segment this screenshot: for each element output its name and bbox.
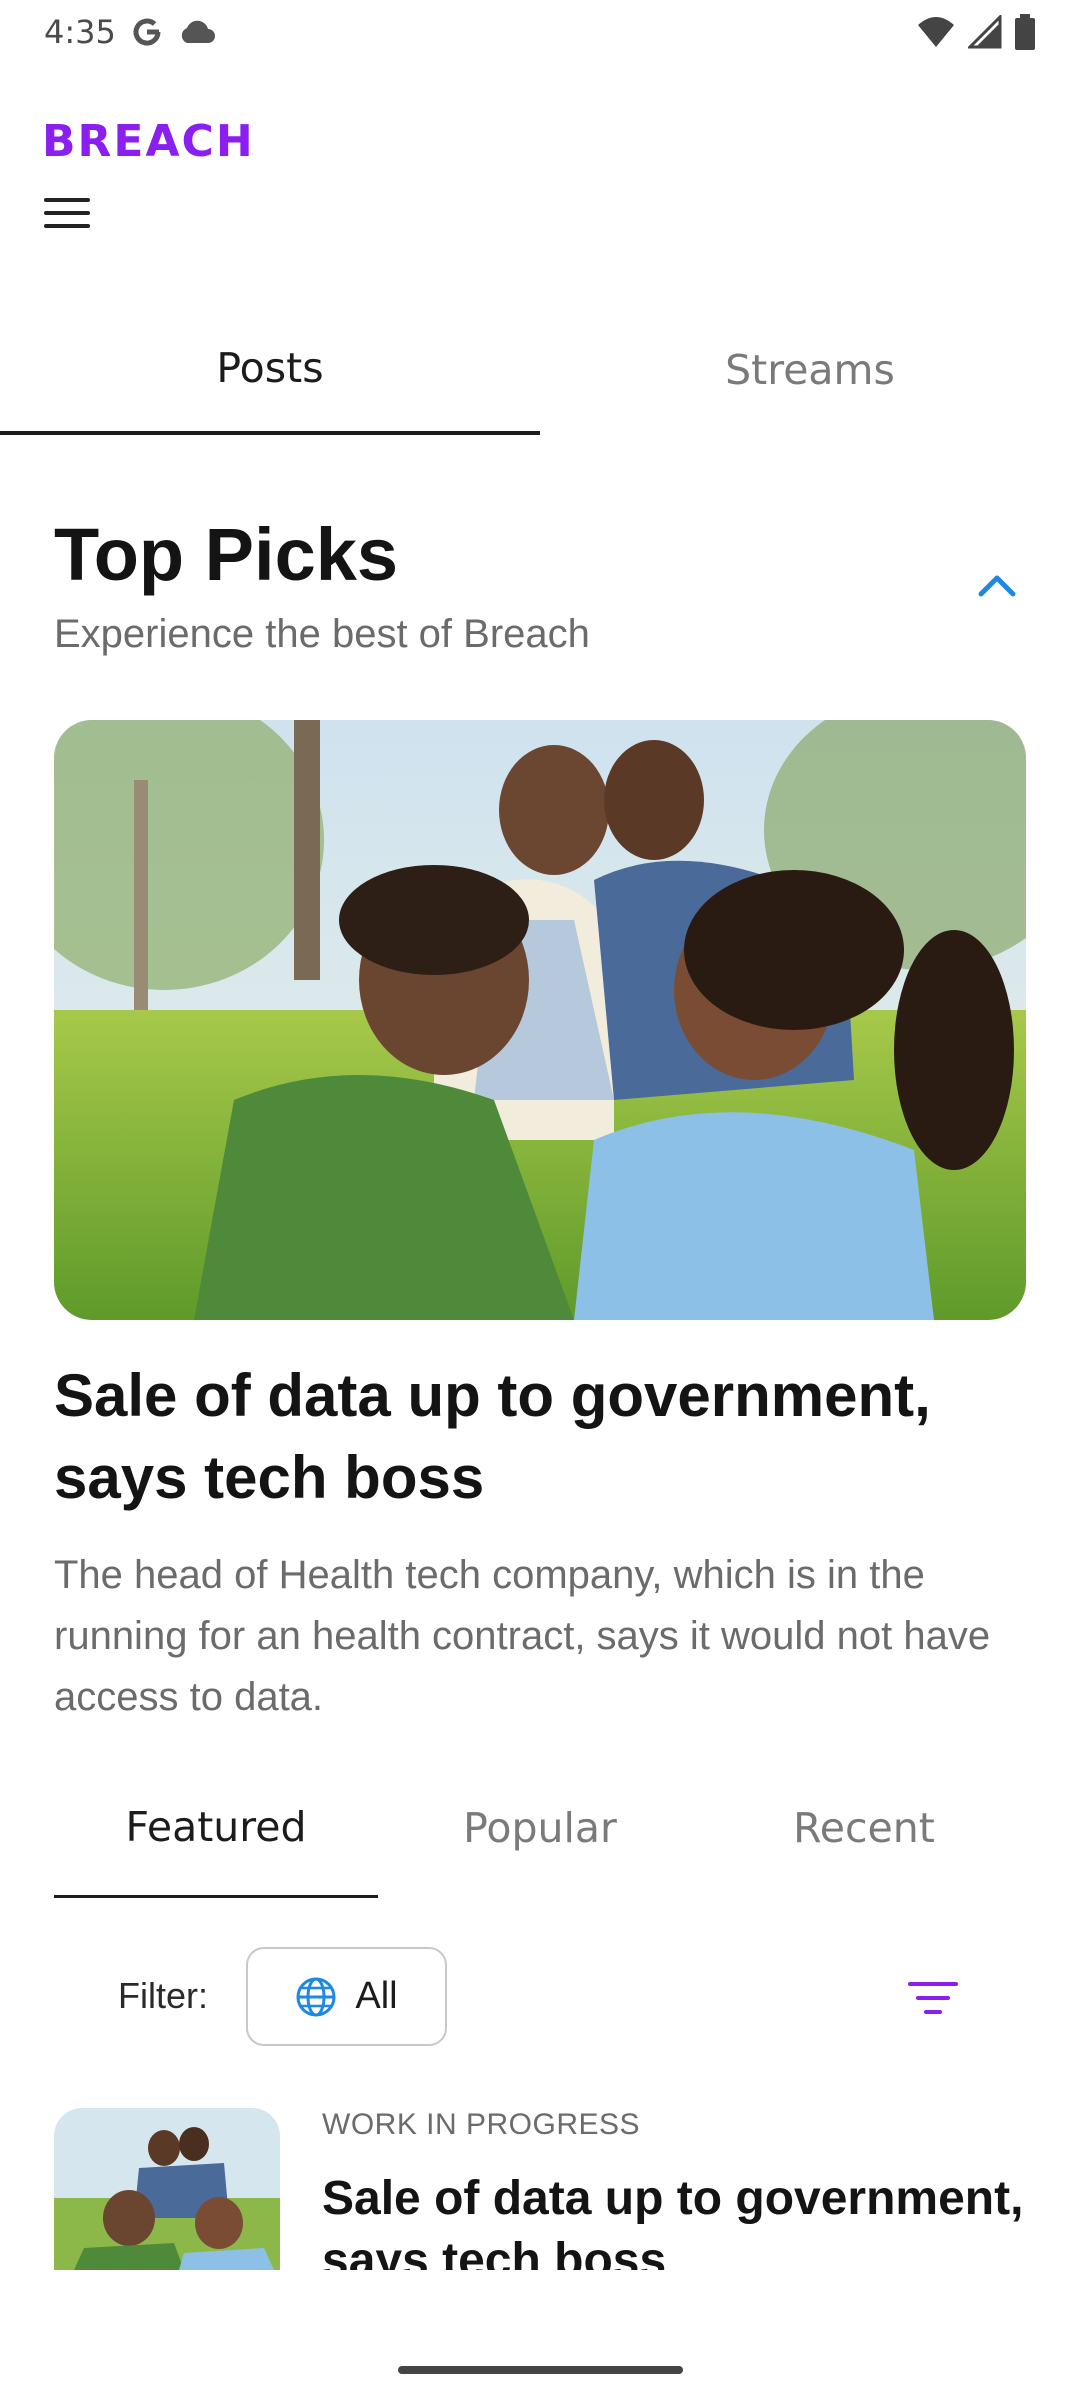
list-item-thumbnail — [54, 2108, 280, 2270]
globe-icon — [296, 1977, 336, 2016]
tab-recent[interactable]: Recent — [702, 1780, 1026, 1898]
hero-title[interactable]: Sale of data up to government, says tech… — [54, 1355, 1044, 1519]
tab-streams[interactable]: Streams — [540, 320, 1080, 435]
filter-chip-label: All — [355, 1975, 398, 2017]
list-item[interactable]: WORK IN PROGRESS Sale of data up to gove… — [54, 2108, 1026, 2270]
list-item-category: WORK IN PROGRESS — [322, 2108, 641, 2141]
hero-description: The head of Health tech company, which i… — [54, 1553, 991, 1719]
list-item-title[interactable]: Sale of data up to government, says tech… — [322, 2168, 1026, 2270]
filter-chip[interactable]: All — [246, 1947, 447, 2046]
filter-label: Filter: — [118, 1975, 208, 2016]
hamburger-menu-icon[interactable] — [44, 198, 94, 238]
hero-image[interactable] — [54, 720, 1026, 1320]
status-right — [916, 14, 1036, 50]
status-left: 4:35 — [44, 13, 216, 51]
google-icon — [133, 18, 161, 46]
section-title: Top Picks — [54, 513, 399, 596]
wifi-icon — [918, 17, 954, 47]
tab-posts[interactable]: Posts — [0, 320, 540, 435]
tab-popular[interactable]: Popular — [378, 1780, 702, 1898]
filter-icon[interactable] — [908, 1980, 958, 2016]
tab-featured[interactable]: Featured — [54, 1780, 378, 1898]
section-subtitle: Experience the best of Breach — [54, 612, 590, 656]
status-time: 4:35 — [44, 13, 116, 51]
home-indicator[interactable] — [398, 2366, 683, 2374]
sub-tabs: Featured Popular Recent — [54, 1780, 1026, 1898]
status-bar: 4:35 — [0, 0, 1080, 64]
chevron-up-icon[interactable] — [975, 568, 1019, 604]
battery-icon — [1015, 14, 1035, 50]
main-tabs: Posts Streams — [0, 320, 1080, 435]
signal-icon — [968, 15, 1002, 49]
cloud-icon — [181, 20, 215, 43]
app-logo: BREACH — [42, 116, 255, 167]
